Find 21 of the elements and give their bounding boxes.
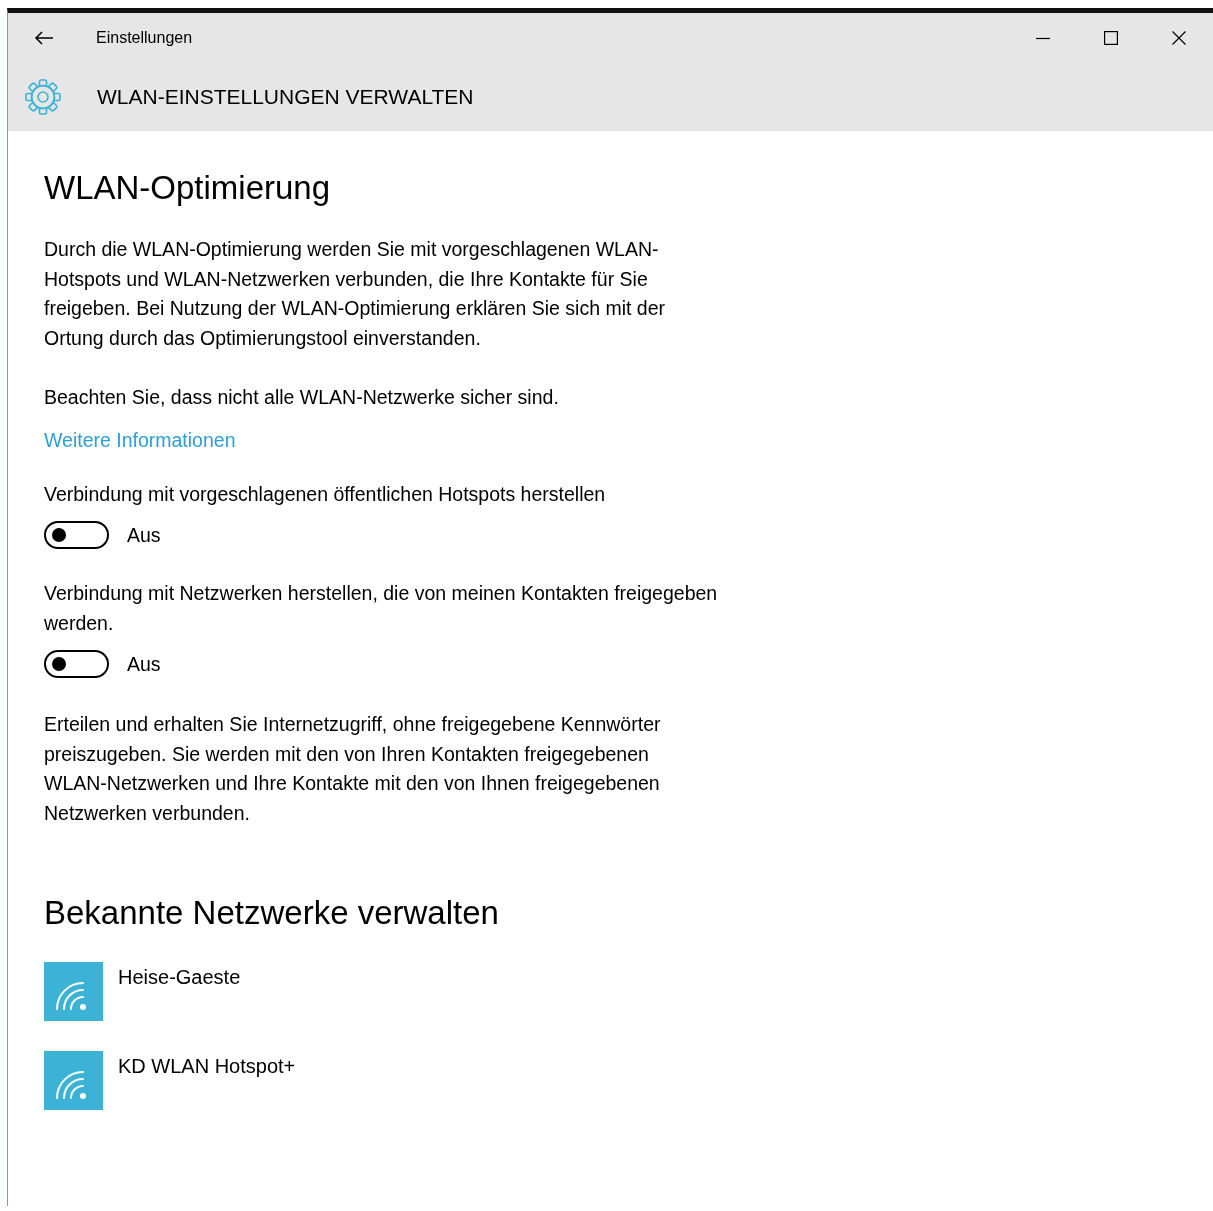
toggle-switch[interactable] xyxy=(44,650,109,678)
network-name: Heise-Gaeste xyxy=(118,966,241,989)
settings-icon xyxy=(25,79,61,115)
window-title: Einstellungen xyxy=(96,29,193,47)
network-item[interactable]: Heise-Gaeste xyxy=(44,962,1213,1021)
toggle-state: Aus xyxy=(127,652,161,676)
toggle-switch[interactable] xyxy=(44,521,109,549)
network-name: KD WLAN Hotspot+ xyxy=(118,1055,296,1078)
section-heading: Bekannte Netzwerke verwalten xyxy=(44,894,500,932)
back-arrow-icon xyxy=(34,30,54,46)
maximize-icon xyxy=(1104,31,1118,45)
paragraph: Erteilen und erhalten Sie Internetzugriff, ohne freigegebene Kennwörter preiszugeben. Sie werden mit den von Ihren Kontakten freigegebenen WLAN-Netzwerken und Ihre Kontakte mit den von Ihnen freigegebenen Netzwerken verbunden. xyxy=(44,712,662,826)
toggle-state: Aus xyxy=(127,523,161,547)
paragraph: Durch die WLAN-Optimierung werden Sie mit vorgeschlagenen WLAN-Hotspots und WLAN-Netzwerken verbunden, die Ihre Kontakte für Sie freigeben. Bei Nutzung der WLAN-Optimierung erklären Sie sich mit der Ortung durch das Optimierungstool einverstanden. xyxy=(44,237,667,351)
toggle-label: Verbindung mit Netzwerken herstellen, die von meinen Kontakten freigegeben werden. xyxy=(44,581,719,636)
page-title: WLAN-EINSTELLUNGEN VERWALTEN xyxy=(97,85,474,109)
paragraph: Beachten Sie, dass nicht alle WLAN-Netzwerke sicher sind. xyxy=(44,385,560,410)
toggle-label: Verbindung mit vorgeschlagenen öffentlichen Hotspots herstellen xyxy=(44,481,607,507)
close-icon xyxy=(1172,31,1186,45)
section-heading: WLAN-Optimierung xyxy=(44,169,332,207)
network-item[interactable]: KD WLAN Hotspot+ xyxy=(44,1051,1213,1110)
